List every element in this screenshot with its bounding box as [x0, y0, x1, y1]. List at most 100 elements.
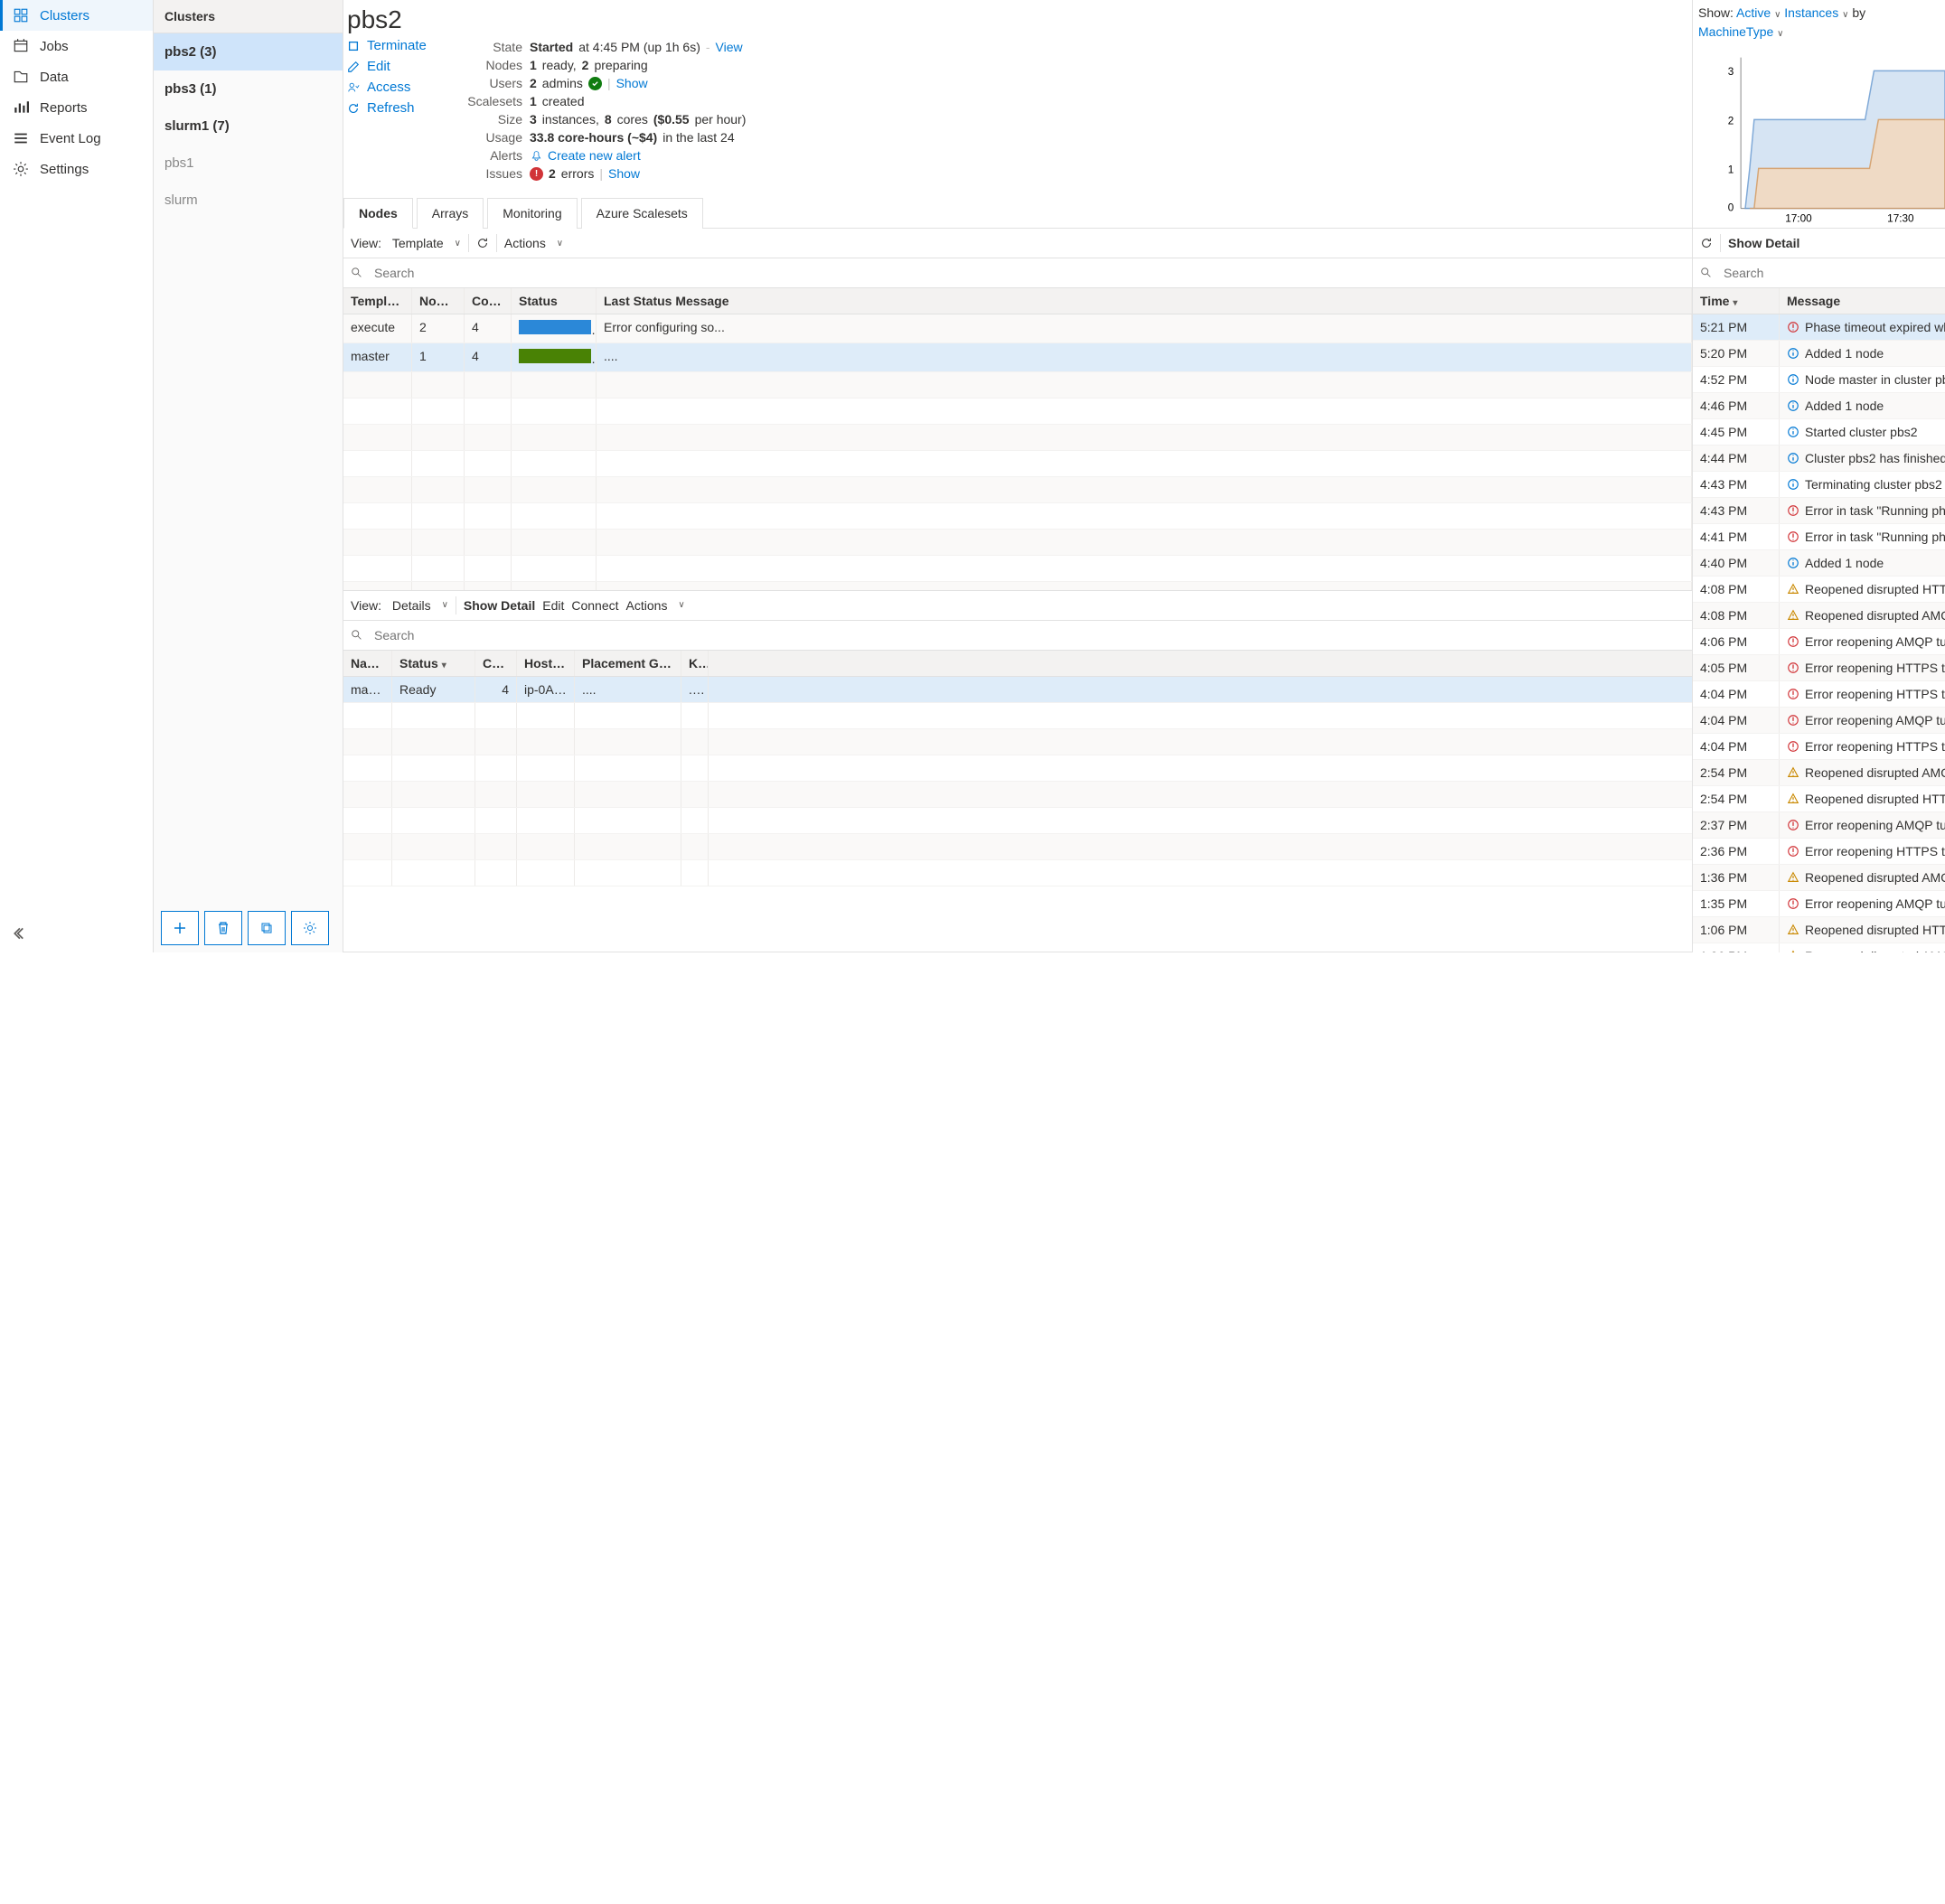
show-issues-link[interactable]: Show	[608, 166, 640, 181]
event-row[interactable]: 2:37 PMError reopening AMQP tun	[1693, 812, 1945, 839]
nodes-actions-dropdown[interactable]: Actions ∨	[504, 236, 563, 250]
table-row[interactable]: execute24Error configuring so...	[343, 314, 1692, 343]
cluster-item[interactable]: pbs1	[154, 145, 343, 182]
col-name[interactable]: Name	[343, 651, 392, 676]
detail-toolbar: View: Details ∨ Show Detail Edit Connect…	[343, 591, 1692, 621]
nav-item-settings[interactable]: Settings	[0, 154, 153, 184]
table-row[interactable]: masterReady4ip-0A0...........	[343, 677, 1692, 703]
stop-icon	[347, 40, 360, 52]
refresh-events-button[interactable]	[1700, 237, 1713, 249]
col-template[interactable]: Template ▴	[343, 288, 412, 314]
detail-search-input[interactable]	[371, 624, 1685, 646]
connect-button[interactable]: Connect	[571, 598, 618, 613]
event-row[interactable]: 4:43 PMTerminating cluster pbs2	[1693, 472, 1945, 498]
event-row[interactable]: 4:45 PMStarted cluster pbs2	[1693, 419, 1945, 446]
edit-button[interactable]: Edit	[347, 59, 446, 74]
copy-cluster-button[interactable]	[248, 911, 286, 945]
event-row[interactable]: 1:06 PMReopened disrupted HTTPS	[1693, 917, 1945, 943]
cluster-settings-button[interactable]	[291, 911, 329, 945]
access-button[interactable]: Access	[347, 80, 446, 95]
view-state-link[interactable]: View	[716, 40, 743, 54]
cluster-item[interactable]: slurm	[154, 182, 343, 219]
warn-icon	[1787, 583, 1799, 596]
cluster-item[interactable]: pbs3 (1)	[154, 70, 343, 108]
page-title: pbs2	[343, 5, 1692, 34]
col-message[interactable]: Message	[1780, 288, 1945, 314]
event-row[interactable]: 4:46 PMAdded 1 node	[1693, 393, 1945, 419]
err-icon	[1787, 635, 1799, 648]
table-row	[343, 372, 1692, 399]
col-nodes[interactable]: Nodes	[412, 288, 465, 314]
event-row[interactable]: 2:54 PMReopened disrupted AMQP	[1693, 760, 1945, 786]
refresh-nodes-button[interactable]	[476, 237, 489, 249]
events-list[interactable]: 5:21 PMPhase timeout expired whi5:20 PMA…	[1693, 314, 1945, 952]
warn-icon	[1787, 924, 1799, 936]
show-detail-button[interactable]: Show Detail	[464, 598, 535, 613]
event-row[interactable]: 4:40 PMAdded 1 node	[1693, 550, 1945, 577]
col-host[interactable]: Host/IP	[517, 651, 575, 676]
col-cores[interactable]: Cores	[475, 651, 517, 676]
nav-item-jobs[interactable]: Jobs	[0, 31, 153, 61]
event-row[interactable]: 4:04 PMError reopening HTTPS tun	[1693, 681, 1945, 708]
nav-item-event-log[interactable]: Event Log	[0, 123, 153, 154]
events-search-input[interactable]	[1720, 262, 1938, 284]
err-icon	[1787, 845, 1799, 858]
tab-nodes[interactable]: Nodes	[343, 198, 413, 229]
detail-actions-dropdown[interactable]: Actions ∨	[626, 598, 685, 613]
event-row[interactable]: 4:43 PMError in task "Running phas	[1693, 498, 1945, 524]
cluster-stats: StateStarted at 4:45 PM (up 1h 6s) - Vie…	[465, 38, 1688, 183]
event-row[interactable]: 4:52 PMNode master in cluster pbs	[1693, 367, 1945, 393]
col-ke[interactable]: Ke	[681, 651, 709, 676]
table-row[interactable]: master14....	[343, 343, 1692, 372]
col-cores[interactable]: Cores	[465, 288, 512, 314]
error-badge-icon: !	[530, 167, 543, 181]
nav-item-clusters[interactable]: Clusters	[0, 0, 153, 31]
col-last-status[interactable]: Last Status Message	[597, 288, 1692, 314]
event-row[interactable]: 2:54 PMReopened disrupted HTTPS	[1693, 786, 1945, 812]
col-status[interactable]: Status ▾	[392, 651, 475, 676]
view-template-dropdown[interactable]: View: Template ∨	[351, 236, 461, 250]
col-placement[interactable]: Placement Group	[575, 651, 681, 676]
err-icon	[1787, 897, 1799, 910]
tab-arrays[interactable]: Arrays	[417, 198, 484, 229]
view-details-dropdown[interactable]: View: Details ∨	[351, 598, 448, 613]
create-alert-link[interactable]: Create new alert	[548, 148, 641, 163]
instances-chart[interactable]: 3 2 1 0 17:00 17:30	[1696, 47, 1945, 228]
event-row[interactable]: 1:35 PMError reopening AMQP tun	[1693, 891, 1945, 917]
refresh-button[interactable]: Refresh	[347, 100, 446, 116]
filter-instances-dropdown[interactable]: Instances ∨	[1784, 5, 1848, 20]
event-row[interactable]: 4:41 PMError in task "Running phas	[1693, 524, 1945, 550]
event-row[interactable]: 4:04 PMError reopening AMQP tun	[1693, 708, 1945, 734]
filter-active-dropdown[interactable]: Active ∨	[1736, 5, 1781, 20]
event-row[interactable]: 5:20 PMAdded 1 node	[1693, 341, 1945, 367]
event-row[interactable]: 1:36 PMReopened disrupted AMQP	[1693, 865, 1945, 891]
event-row[interactable]: 2:36 PMError reopening HTTPS tun	[1693, 839, 1945, 865]
nav-item-data[interactable]: Data	[0, 61, 153, 92]
event-row[interactable]: 4:05 PMError reopening HTTPS tun	[1693, 655, 1945, 681]
col-time[interactable]: Time ▾	[1693, 288, 1780, 314]
nodes-search-input[interactable]	[371, 262, 1685, 284]
event-row[interactable]: 4:08 PMReopened disrupted AMQP	[1693, 603, 1945, 629]
tab-monitoring[interactable]: Monitoring	[487, 198, 577, 229]
edit-button[interactable]: Edit	[542, 598, 564, 613]
collapse-sidebar-button[interactable]	[13, 925, 29, 942]
show-users-link[interactable]: Show	[616, 76, 648, 90]
add-cluster-button[interactable]	[161, 911, 199, 945]
nav-item-reports[interactable]: Reports	[0, 92, 153, 123]
event-row[interactable]: 5:21 PMPhase timeout expired whi	[1693, 314, 1945, 341]
event-row[interactable]: 4:06 PMError reopening AMQP tun	[1693, 629, 1945, 655]
filter-machinetype-dropdown[interactable]: MachineType ∨	[1698, 24, 1784, 39]
tab-azure-scalesets[interactable]: Azure Scalesets	[581, 198, 703, 229]
terminate-button[interactable]: Terminate	[347, 38, 446, 53]
col-status[interactable]: Status	[512, 288, 597, 314]
event-row[interactable]: 4:04 PMError reopening HTTPS tun	[1693, 734, 1945, 760]
delete-cluster-button[interactable]	[204, 911, 242, 945]
events-show-detail-button[interactable]: Show Detail	[1728, 236, 1799, 250]
event-row[interactable]: 1:06 PMReopened disrupted AMQP	[1693, 943, 1945, 952]
cluster-item[interactable]: pbs2 (3)	[154, 33, 343, 70]
info-icon	[1787, 373, 1799, 386]
cluster-item[interactable]: slurm1 (7)	[154, 108, 343, 145]
event-row[interactable]: 4:08 PMReopened disrupted HTTPS	[1693, 577, 1945, 603]
table-row	[343, 782, 1692, 808]
event-row[interactable]: 4:44 PMCluster pbs2 has finished te	[1693, 446, 1945, 472]
